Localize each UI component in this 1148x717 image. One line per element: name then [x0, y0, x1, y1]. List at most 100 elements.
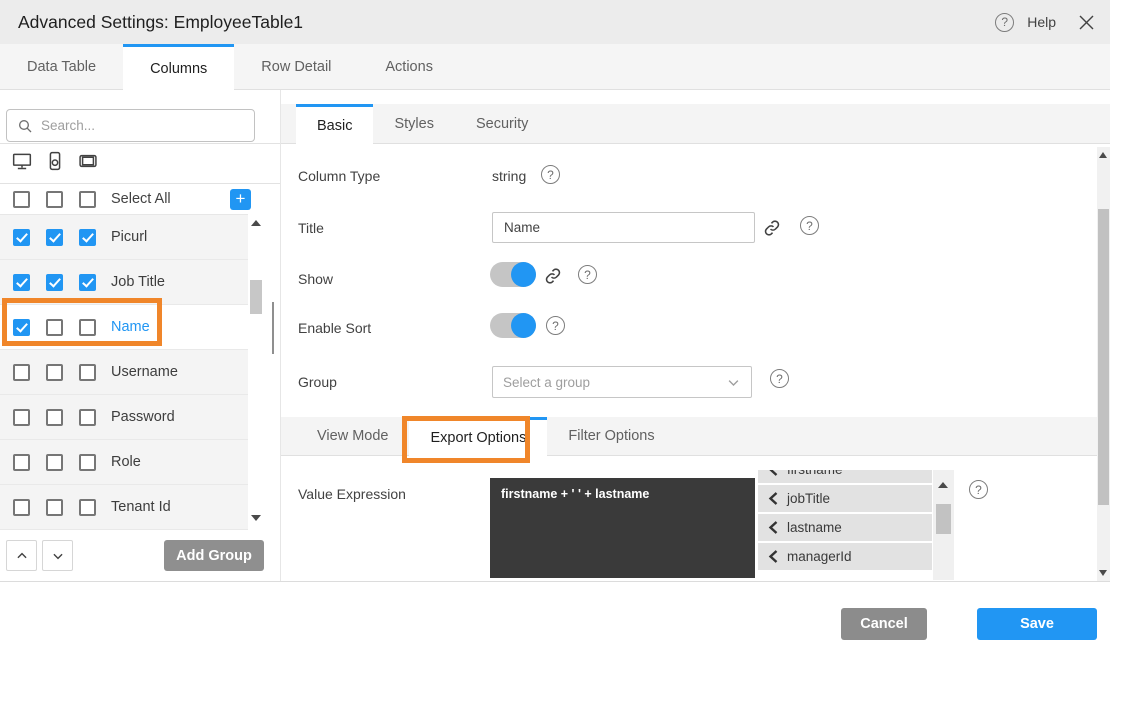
help-label[interactable]: Help — [1027, 14, 1056, 30]
checkbox-tablet[interactable] — [79, 274, 96, 291]
scrollbar-thumb[interactable] — [936, 504, 951, 534]
chevron-left-icon — [768, 470, 778, 476]
desktop-icon[interactable] — [12, 151, 32, 171]
title-input[interactable] — [492, 212, 755, 243]
checkbox-mobile[interactable] — [46, 499, 63, 516]
help-icon[interactable]: ? — [995, 13, 1014, 32]
column-row-picurl[interactable]: Picurl — [0, 215, 248, 260]
field-list: firstname jobTitle lastname managerId — [758, 470, 932, 580]
checkbox-desktop[interactable] — [13, 319, 30, 336]
checkbox-mobile[interactable] — [46, 319, 63, 336]
link-icon[interactable] — [763, 219, 781, 237]
scrollbar-thumb[interactable] — [250, 280, 262, 314]
checkbox-mobile[interactable] — [46, 274, 63, 291]
help-icon[interactable]: ? — [546, 316, 565, 335]
tab-data-table[interactable]: Data Table — [0, 44, 123, 89]
checkbox-desktop[interactable] — [13, 454, 30, 471]
dialog-tab-bar: Data Table Columns Row Detail Actions — [0, 44, 1110, 90]
group-select[interactable]: Select a group — [492, 366, 752, 398]
tab-label: Row Detail — [261, 59, 331, 75]
checkbox-tablet[interactable] — [79, 319, 96, 336]
scroll-up-icon[interactable] — [1099, 152, 1107, 158]
tab-columns[interactable]: Columns — [123, 44, 234, 90]
checkbox-mobile[interactable] — [46, 364, 63, 381]
save-button[interactable]: Save — [977, 608, 1097, 640]
column-row-username[interactable]: Username — [0, 350, 248, 395]
move-down-button[interactable] — [42, 540, 73, 571]
panel-resize-handle[interactable] — [272, 302, 274, 354]
add-column-button[interactable]: + — [230, 189, 251, 210]
help-icon[interactable]: ? — [541, 165, 560, 184]
checkbox-tablet[interactable] — [79, 454, 96, 471]
tab-row-detail[interactable]: Row Detail — [234, 44, 358, 89]
main-scrollbar[interactable] — [1097, 147, 1110, 581]
checkbox-tablet[interactable] — [79, 191, 96, 208]
add-group-button[interactable]: Add Group — [164, 540, 264, 571]
checkbox-tablet[interactable] — [79, 229, 96, 246]
tab-actions[interactable]: Actions — [358, 44, 460, 89]
select-all-row: Select All — [0, 184, 248, 214]
column-row-role[interactable]: Role — [0, 440, 248, 485]
checkbox-tablet[interactable] — [79, 499, 96, 516]
column-row-password[interactable]: Password — [0, 395, 248, 440]
checkbox-tablet[interactable] — [79, 364, 96, 381]
field-item-firstname[interactable]: firstname — [758, 470, 932, 483]
scroll-down-icon[interactable] — [1099, 570, 1107, 576]
field-item-jobtitle[interactable]: jobTitle — [758, 485, 932, 512]
field-list-scrollbar[interactable] — [933, 470, 954, 580]
tab-filter-options[interactable]: Filter Options — [547, 417, 675, 455]
column-row-job-title[interactable]: Job Title — [0, 260, 248, 305]
column-label: Tenant Id — [111, 499, 171, 515]
column-label: Username — [111, 364, 178, 380]
checkbox-mobile[interactable] — [46, 409, 63, 426]
tab-export-options[interactable]: Export Options — [409, 417, 547, 456]
link-icon[interactable] — [544, 267, 562, 285]
scroll-up-icon[interactable] — [251, 220, 261, 226]
checkbox-mobile[interactable] — [46, 191, 63, 208]
checkbox-desktop[interactable] — [13, 499, 30, 516]
tab-styles[interactable]: Styles — [373, 104, 455, 143]
dialog-title: Advanced Settings: EmployeeTable1 — [0, 12, 303, 33]
help-icon[interactable]: ? — [770, 369, 789, 388]
help-icon[interactable]: ? — [578, 265, 597, 284]
checkbox-desktop[interactable] — [13, 364, 30, 381]
cancel-label: Cancel — [860, 616, 908, 632]
select-all-label: Select All — [111, 191, 171, 207]
help-icon[interactable]: ? — [800, 216, 819, 235]
column-row-name[interactable]: Name — [0, 305, 248, 350]
scrollbar-thumb[interactable] — [1098, 209, 1109, 505]
scroll-down-icon[interactable] — [251, 515, 261, 521]
mobile-icon[interactable] — [45, 151, 65, 171]
cancel-button[interactable]: Cancel — [841, 608, 927, 640]
close-icon[interactable] — [1079, 15, 1094, 30]
value-expression-editor[interactable]: firstname + ' ' + lastname — [490, 478, 755, 578]
sidebar-scrollbar[interactable] — [248, 214, 264, 529]
column-row-tenant-id[interactable]: Tenant Id — [0, 485, 248, 530]
checkbox-desktop[interactable] — [13, 191, 30, 208]
checkbox-desktop[interactable] — [13, 229, 30, 246]
column-label: Name — [111, 319, 150, 335]
checkbox-mobile[interactable] — [46, 454, 63, 471]
field-item-lastname[interactable]: lastname — [758, 514, 932, 541]
tab-label: Actions — [385, 59, 433, 75]
add-group-label: Add Group — [176, 548, 252, 564]
tab-label: View Mode — [317, 428, 388, 444]
move-up-button[interactable] — [6, 540, 37, 571]
tab-basic[interactable]: Basic — [296, 104, 373, 144]
checkbox-desktop[interactable] — [13, 274, 30, 291]
value-expression-label: Value Expression — [298, 486, 406, 502]
help-icon[interactable]: ? — [969, 480, 988, 499]
enable-sort-toggle[interactable] — [490, 313, 536, 338]
tab-view-mode[interactable]: View Mode — [296, 417, 409, 455]
column-settings-tab-bar: Basic Styles Security — [281, 104, 1110, 144]
scroll-up-icon[interactable] — [938, 482, 948, 488]
tab-label: Export Options — [430, 430, 526, 446]
show-toggle[interactable] — [490, 262, 536, 287]
search-input[interactable] — [41, 118, 231, 133]
tablet-icon[interactable] — [78, 151, 98, 171]
checkbox-mobile[interactable] — [46, 229, 63, 246]
checkbox-desktop[interactable] — [13, 409, 30, 426]
field-item-managerid[interactable]: managerId — [758, 543, 932, 570]
tab-security[interactable]: Security — [455, 104, 549, 143]
checkbox-tablet[interactable] — [79, 409, 96, 426]
